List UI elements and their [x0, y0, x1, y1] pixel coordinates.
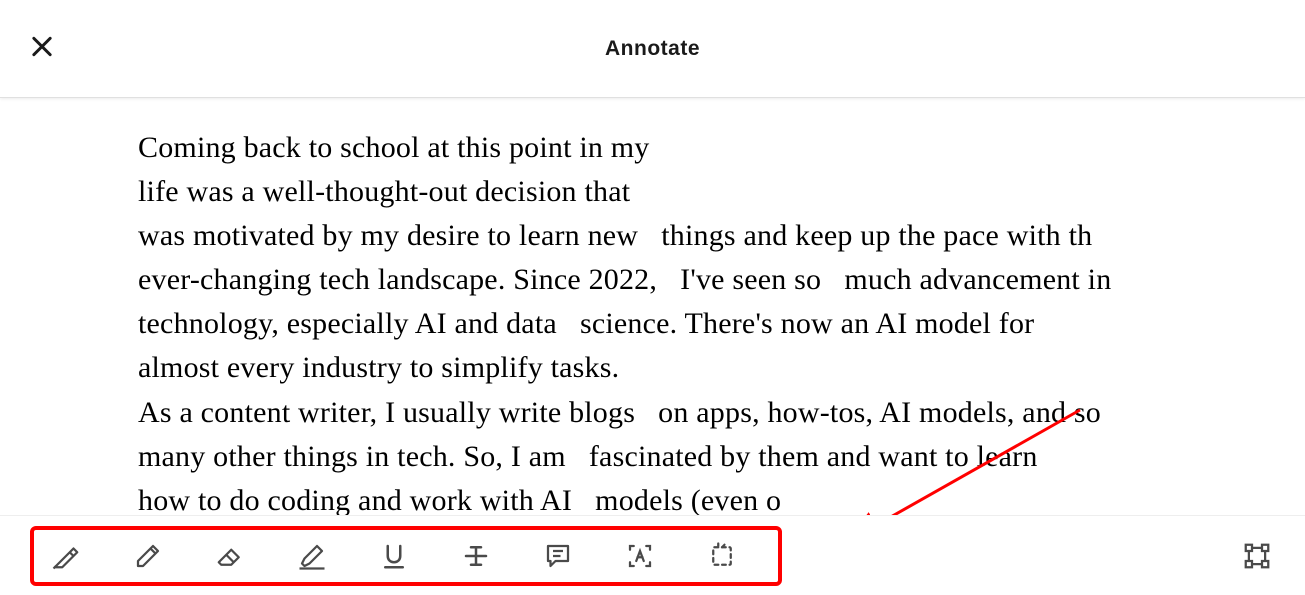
comment-button[interactable] — [540, 538, 576, 574]
strikethrough-button[interactable] — [458, 538, 494, 574]
highlighter-button[interactable] — [294, 538, 330, 574]
document-content[interactable]: Coming back to school at this point in m… — [0, 98, 1305, 515]
underline-button[interactable] — [376, 538, 412, 574]
pen-marker-icon — [51, 541, 81, 571]
highlighter-icon — [297, 541, 327, 571]
pen-icon — [133, 541, 163, 571]
crop-button[interactable] — [704, 538, 740, 574]
close-button[interactable] — [28, 32, 56, 65]
annotation-toolbar — [0, 515, 1305, 595]
eraser-icon — [215, 541, 245, 571]
tool-group-highlight — [30, 526, 782, 586]
underline-icon — [379, 541, 409, 571]
shapes-icon — [1242, 541, 1272, 571]
pen-button[interactable] — [130, 538, 166, 574]
document-text: Coming back to school at this point in m… — [138, 126, 1305, 515]
page-title: Annotate — [0, 37, 1305, 61]
crop-icon — [707, 541, 737, 571]
text-recognition-button[interactable] — [622, 538, 658, 574]
close-icon — [28, 32, 56, 60]
header: Annotate — [0, 0, 1305, 98]
shapes-button[interactable] — [1239, 538, 1275, 574]
text-recognition-icon — [625, 541, 655, 571]
strikethrough-icon — [461, 541, 491, 571]
comment-icon — [543, 541, 573, 571]
eraser-button[interactable] — [212, 538, 248, 574]
pen-marker-button[interactable] — [48, 538, 84, 574]
